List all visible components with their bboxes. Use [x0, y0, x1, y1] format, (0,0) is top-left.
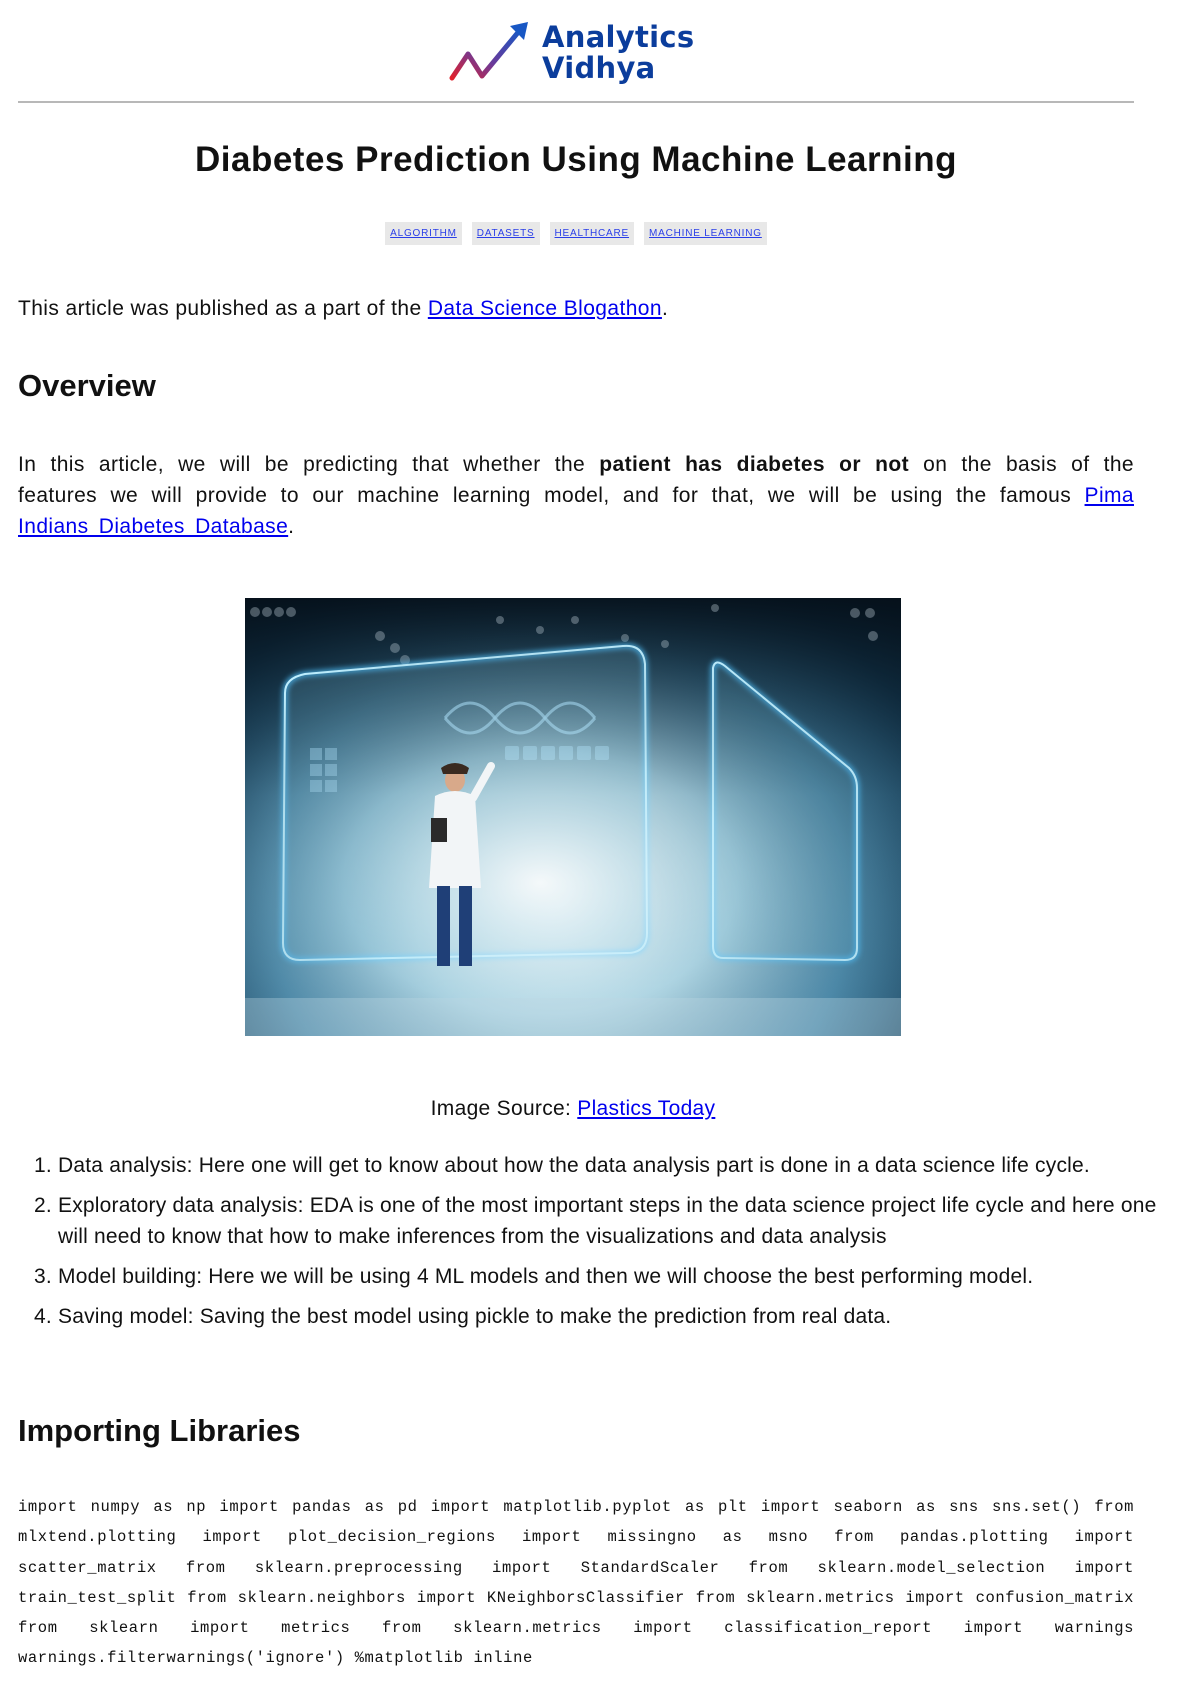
overview-bold: patient has diabetes or not — [599, 453, 909, 476]
brand-name-line2: Vidhya — [542, 51, 656, 85]
list-item: Exploratory data analysis: EDA is one of… — [58, 1190, 1178, 1252]
overview-text: In this article, we will be predicting t… — [18, 453, 600, 476]
tag-list: ALGORITHM DATASETS HEALTHCARE MACHINE LE… — [0, 222, 1152, 245]
hero-image — [245, 598, 901, 1036]
tag-link[interactable]: ALGORITHM — [390, 228, 457, 239]
overview-heading: Overview — [18, 368, 156, 403]
tag-machine-learning: MACHINE LEARNING — [644, 222, 767, 245]
tag-link[interactable]: HEALTHCARE — [555, 228, 630, 239]
brand-name-line1: Analytics — [542, 20, 695, 54]
plastics-today-link[interactable]: Plastics Today — [577, 1097, 715, 1120]
list-item: Saving model: Saving the best model usin… — [58, 1301, 1178, 1332]
analytics-vidhya-logo[interactable]: Analytics Vidhya — [448, 18, 708, 88]
header-divider — [18, 101, 1134, 103]
tag-datasets: DATASETS — [471, 222, 540, 245]
code-block: import numpy as np import pandas as pd i… — [18, 1498, 1134, 1668]
list-item: Model building: Here we will be using 4 … — [58, 1261, 1178, 1292]
steps-list: Data analysis: Here one will get to know… — [18, 1150, 1178, 1341]
tag-link[interactable]: MACHINE LEARNING — [649, 228, 762, 239]
hero-illustration — [245, 598, 901, 1036]
importing-libraries-heading: Importing Libraries — [18, 1413, 301, 1448]
image-source-caption: Image Source: Plastics Today — [0, 1097, 1146, 1121]
overview-paragraph: In this article, we will be predicting t… — [18, 449, 1134, 542]
trend-arrow-icon — [449, 22, 528, 81]
intro-suffix: . — [661, 297, 669, 320]
blogathon-note: This article was published as a part of … — [18, 293, 1134, 324]
article-title: Diabetes Prediction Using Machine Learni… — [195, 140, 957, 179]
tag-algorithm: ALGORITHM — [385, 222, 462, 245]
blogathon-link[interactable]: Data Science Blogathon — [428, 297, 662, 320]
brand-name: Analytics Vidhya — [542, 22, 694, 84]
overview-suffix: . — [288, 515, 295, 538]
tag-link[interactable]: DATASETS — [477, 228, 535, 239]
list-item: Data analysis: Here one will get to know… — [58, 1150, 1178, 1181]
image-source-label: Image Source: — [430, 1097, 578, 1120]
intro-text: This article was published as a part of … — [18, 297, 428, 320]
tag-healthcare: HEALTHCARE — [549, 222, 635, 245]
